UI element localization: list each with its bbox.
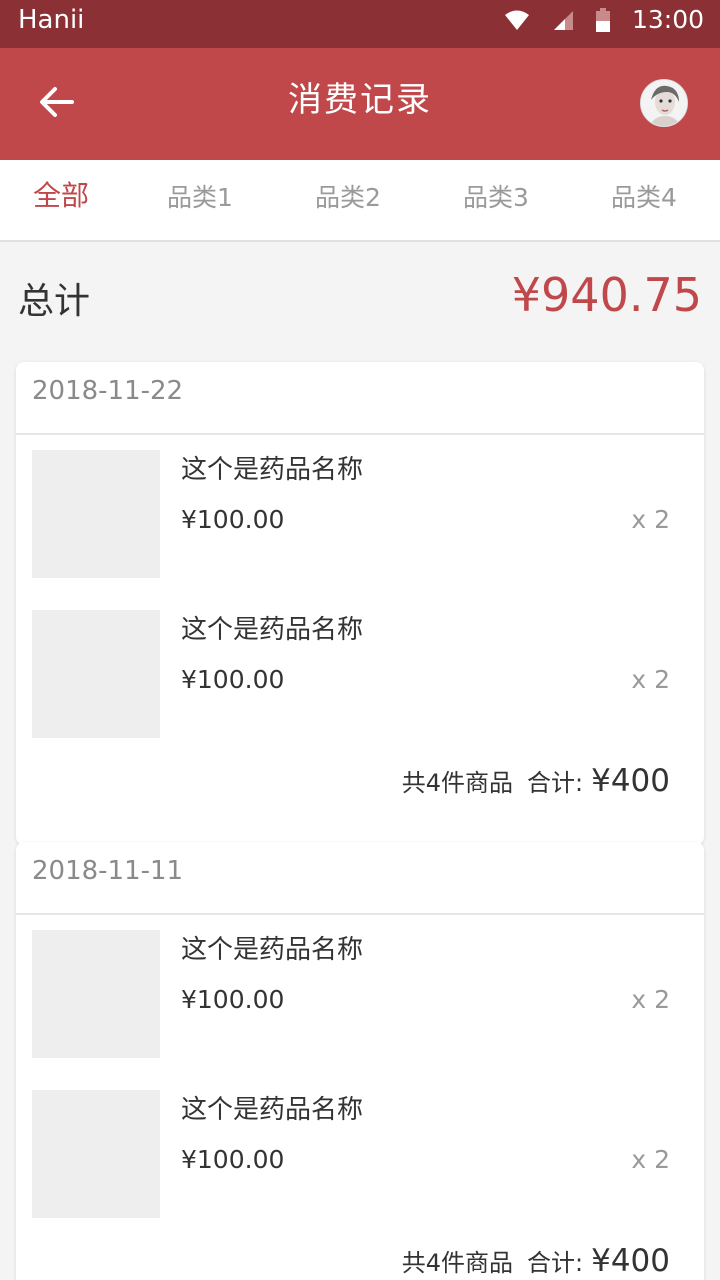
item-count: 共4件商品 xyxy=(401,769,513,797)
subtotal-amount: ¥400 xyxy=(591,763,670,799)
product-quantity: x 2 xyxy=(631,985,670,1014)
product-name: 这个是药品名称 xyxy=(181,1095,364,1125)
tab-category-2[interactable]: 品类2 xyxy=(315,178,381,214)
carrier-name: Hanii xyxy=(18,5,85,35)
subtotal-amount: ¥400 xyxy=(591,1243,670,1279)
record-footer: 共4件商品 合计: ¥400 xyxy=(16,755,704,845)
subtotal-label: 合计: xyxy=(527,1249,584,1277)
app-bar: 消费记录 xyxy=(0,48,720,160)
wifi-icon xyxy=(504,9,530,31)
list-item[interactable]: 这个是药品名称 ¥100.00 x 2 xyxy=(16,435,704,595)
tab-category-1[interactable]: 品类1 xyxy=(167,178,233,214)
signal-icon xyxy=(552,9,574,31)
product-quantity: x 2 xyxy=(631,1145,670,1174)
total-label: 总计 xyxy=(18,281,91,322)
product-image xyxy=(32,450,160,578)
record-date: 2018-11-22 xyxy=(16,362,704,435)
list-item[interactable]: 这个是药品名称 ¥100.00 x 2 xyxy=(16,915,704,1075)
status-bar: Hanii 13:00 xyxy=(0,0,720,48)
tab-category-3[interactable]: 品类3 xyxy=(463,178,529,214)
page-title: 消费记录 xyxy=(288,80,432,120)
list-item[interactable]: 这个是药品名称 ¥100.00 x 2 xyxy=(16,1075,704,1235)
status-icons: 13:00 xyxy=(504,5,704,34)
product-price: ¥100.00 xyxy=(181,1145,285,1174)
product-image xyxy=(32,930,160,1058)
product-image xyxy=(32,610,160,738)
tab-category-4[interactable]: 品类4 xyxy=(611,178,677,214)
record-card: 2018-11-22 这个是药品名称 ¥100.00 x 2 这个是药品名称 ¥… xyxy=(16,362,704,845)
product-name: 这个是药品名称 xyxy=(181,455,364,485)
product-name: 这个是药品名称 xyxy=(181,615,364,645)
avatar[interactable] xyxy=(640,79,688,127)
battery-icon xyxy=(595,7,610,32)
category-tabs: 全部 品类1 品类2 品类3 品类4 xyxy=(0,160,720,242)
record-footer: 共4件商品 合计: ¥400 xyxy=(16,1235,704,1280)
product-price: ¥100.00 xyxy=(181,985,285,1014)
subtotal-label: 合计: xyxy=(527,769,584,797)
product-quantity: x 2 xyxy=(631,505,670,534)
list-item[interactable]: 这个是药品名称 ¥100.00 x 2 xyxy=(16,595,704,755)
product-price: ¥100.00 xyxy=(181,505,285,534)
total-summary: 总计 ¥940.75 xyxy=(0,242,720,360)
product-price: ¥100.00 xyxy=(181,665,285,694)
product-name: 这个是药品名称 xyxy=(181,935,364,965)
clock: 13:00 xyxy=(631,5,704,34)
product-image xyxy=(32,1090,160,1218)
product-quantity: x 2 xyxy=(631,665,670,694)
record-date: 2018-11-11 xyxy=(16,842,704,915)
item-count: 共4件商品 xyxy=(401,1249,513,1277)
record-card: 2018-11-11 这个是药品名称 ¥100.00 x 2 这个是药品名称 ¥… xyxy=(16,842,704,1280)
total-amount: ¥940.75 xyxy=(511,268,702,322)
tab-all[interactable]: 全部 xyxy=(33,174,89,214)
